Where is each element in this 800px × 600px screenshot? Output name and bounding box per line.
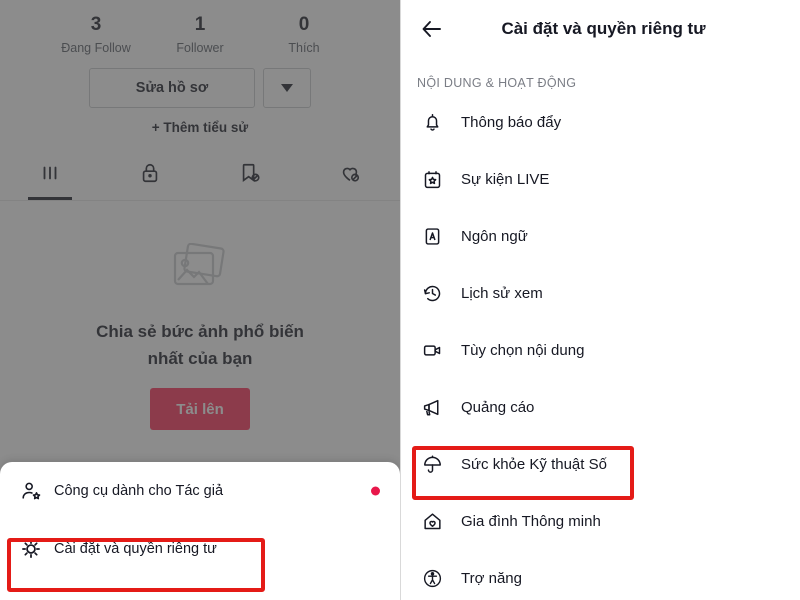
- heart-hidden-icon: [339, 162, 361, 189]
- profile-panel: 3 Đang Follow 1 Follower 0 Thích Sửa hồ …: [0, 0, 400, 600]
- settings-item-language[interactable]: Ngôn ngữ: [401, 208, 800, 265]
- bell-icon: [417, 112, 447, 133]
- screenshot-root: 3 Đang Follow 1 Follower 0 Thích Sửa hồ …: [0, 0, 800, 600]
- stat-followers-label: Follower: [176, 41, 224, 55]
- tab-saved[interactable]: [200, 153, 300, 197]
- calendar-star-icon: [417, 169, 447, 190]
- profile-actions: Sửa hồ sơ: [0, 68, 400, 108]
- settings-item-ads-label: Quảng cáo: [461, 399, 535, 416]
- empty-state-text: Chia sẻ bức ảnh phổ biến nhất của bạn: [96, 318, 304, 372]
- settings-item-live-events-label: Sự kiện LIVE: [461, 171, 550, 188]
- sheet-item-settings-privacy-label: Cài đặt và quyền riêng tư: [54, 541, 217, 557]
- settings-item-live-events[interactable]: Sự kiện LIVE: [401, 151, 800, 208]
- stat-following-label: Đang Follow: [61, 41, 131, 55]
- stat-following-value: 3: [90, 14, 102, 35]
- empty-state-line1: Chia sẻ bức ảnh phổ biến: [96, 322, 304, 341]
- notification-badge-dot: [371, 486, 380, 496]
- stat-likes[interactable]: 0 Thích: [252, 12, 356, 58]
- stat-likes-value: 0: [298, 14, 310, 35]
- tab-private[interactable]: [100, 153, 200, 197]
- settings-item-ads[interactable]: Quảng cáo: [401, 379, 800, 436]
- sheet-item-settings-privacy[interactable]: Cài đặt và quyền riêng tư: [0, 520, 400, 578]
- back-arrow-icon[interactable]: [417, 14, 447, 44]
- stat-following[interactable]: 3 Đang Follow: [44, 12, 148, 58]
- upload-button[interactable]: Tải lên: [150, 388, 250, 430]
- chevron-down-icon: [281, 84, 293, 92]
- settings-panel: Cài đặt và quyền riêng tư NỘI DUNG & HOẠ…: [400, 0, 800, 600]
- bookmark-hidden-icon: [239, 162, 261, 189]
- stat-followers[interactable]: 1 Follower: [148, 12, 252, 58]
- settings-item-language-label: Ngôn ngữ: [461, 228, 528, 245]
- sheet-item-creator-tools[interactable]: Công cụ dành cho Tác giả: [0, 462, 400, 520]
- sheet-item-creator-tools-label: Công cụ dành cho Tác giả: [54, 483, 224, 499]
- settings-item-watch-history[interactable]: Lịch sử xem: [401, 265, 800, 322]
- gear-icon: [14, 538, 48, 560]
- bottom-sheet-menu: Công cụ dành cho Tác giả Cài đặt và quyề…: [0, 462, 400, 600]
- posts-grid-icon: [39, 162, 61, 189]
- empty-state: Chia sẻ bức ảnh phổ biến nhất của bạn Tả…: [0, 242, 400, 430]
- profile-stats: 3 Đang Follow 1 Follower 0 Thích: [0, 6, 400, 58]
- add-bio-button[interactable]: + Thêm tiểu sử: [0, 120, 400, 135]
- tab-liked[interactable]: [300, 153, 400, 197]
- settings-item-digital-wellbeing[interactable]: Sức khỏe Kỹ thuật Số: [401, 436, 800, 493]
- megaphone-icon: [417, 397, 447, 418]
- stat-followers-value: 1: [194, 14, 206, 35]
- settings-item-push-notifications-label: Thông báo đẩy: [461, 114, 562, 131]
- profile-dropdown-button[interactable]: [263, 68, 311, 108]
- profile-tabs: [0, 153, 400, 200]
- umbrella-icon: [417, 454, 447, 475]
- home-heart-icon: [417, 511, 447, 532]
- settings-item-family-pairing-label: Gia đình Thông minh: [461, 513, 601, 530]
- accessibility-icon: [417, 568, 447, 589]
- settings-item-content-preferences[interactable]: Tùy chọn nội dung: [401, 322, 800, 379]
- edit-profile-button[interactable]: Sửa hồ sơ: [89, 68, 255, 108]
- person-star-icon: [14, 480, 48, 502]
- empty-state-line2: nhất của bạn: [147, 349, 253, 368]
- settings-item-content-preferences-label: Tùy chọn nội dung: [461, 342, 585, 359]
- tab-posts[interactable]: [0, 153, 100, 200]
- settings-item-watch-history-label: Lịch sử xem: [461, 285, 543, 302]
- settings-item-digital-wellbeing-label: Sức khỏe Kỹ thuật Số: [461, 456, 607, 473]
- video-camera-icon: [417, 340, 447, 361]
- photos-stack-icon: [169, 242, 231, 304]
- language-a-icon: [417, 226, 447, 247]
- settings-item-accessibility-label: Trợ năng: [461, 570, 522, 587]
- settings-item-accessibility[interactable]: Trợ năng: [401, 550, 800, 600]
- tabs-divider: [0, 200, 400, 201]
- settings-item-family-pairing[interactable]: Gia đình Thông minh: [401, 493, 800, 550]
- stat-likes-label: Thích: [288, 41, 320, 55]
- page-title: Cài đặt và quyền riêng tư: [501, 19, 706, 38]
- history-clock-icon: [417, 283, 447, 304]
- settings-header: Cài đặt và quyền riêng tư: [401, 0, 800, 58]
- settings-item-push-notifications[interactable]: Thông báo đẩy: [401, 94, 800, 151]
- tab-active-underline: [28, 197, 72, 200]
- section-header-content-activity: NỘI DUNG & HOẠT ĐỘNG: [417, 76, 577, 90]
- lock-icon: [139, 162, 161, 189]
